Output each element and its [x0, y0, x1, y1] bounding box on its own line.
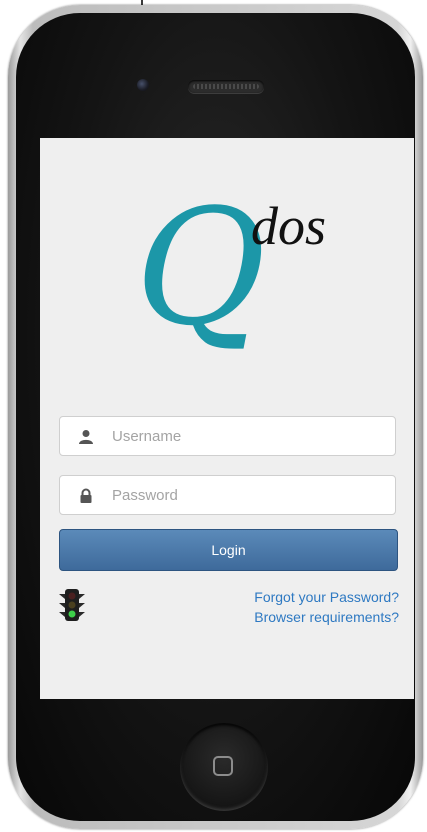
- phone-screen: Q dos Login Forgot your Password? Browse…: [40, 138, 414, 699]
- login-button[interactable]: Login: [59, 529, 398, 571]
- traffic-light-icon: [59, 589, 85, 621]
- help-links: Forgot your Password? Browser requiremen…: [254, 587, 399, 627]
- logo-suffix: dos: [251, 196, 327, 256]
- password-field[interactable]: [59, 475, 396, 515]
- speaker-grille: [188, 80, 264, 93]
- home-button-icon: [213, 756, 233, 776]
- home-button[interactable]: [180, 723, 268, 811]
- user-icon: [79, 430, 93, 444]
- forgot-password-link[interactable]: Forgot your Password?: [254, 587, 399, 607]
- logo-letter: Q: [135, 174, 267, 361]
- password-input[interactable]: [112, 476, 382, 514]
- qdos-logo: Q dos: [135, 188, 365, 358]
- browser-requirements-link[interactable]: Browser requirements?: [254, 607, 399, 627]
- camera-icon: [137, 79, 149, 91]
- lock-icon: [80, 488, 92, 503]
- username-field[interactable]: [59, 416, 396, 456]
- username-input[interactable]: [112, 417, 382, 455]
